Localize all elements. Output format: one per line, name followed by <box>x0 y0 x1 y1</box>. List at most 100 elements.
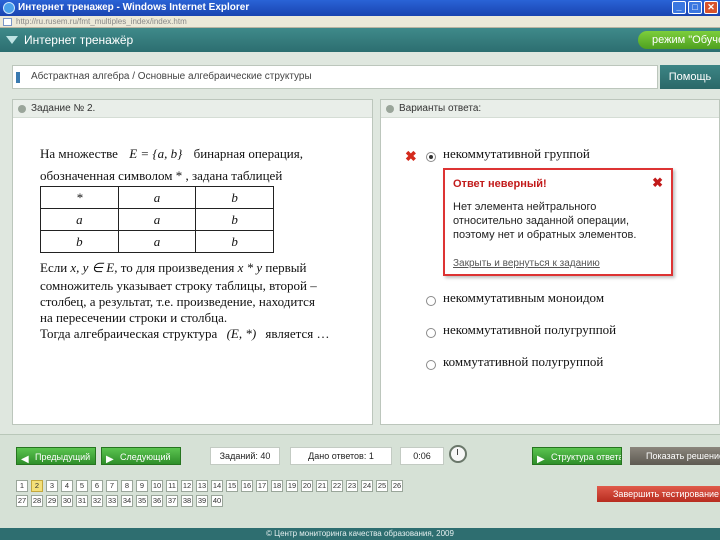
question-number-button[interactable]: 7 <box>106 480 118 492</box>
finish-test-button[interactable]: Завершить тестирование <box>597 486 720 502</box>
arrow-left-icon: ◀ <box>21 454 29 465</box>
table-cell: a <box>117 208 197 231</box>
show-solution-button[interactable]: Показать решение <box>630 447 720 465</box>
window-controls: _ □ ✕ <box>672 1 718 14</box>
question-number-button[interactable]: 26 <box>391 480 403 492</box>
question-number-button[interactable]: 13 <box>196 480 208 492</box>
table-cell: b <box>195 186 274 209</box>
question-number-button[interactable]: 14 <box>211 480 223 492</box>
bullet-icon <box>386 105 394 113</box>
chevron-down-icon <box>6 36 18 44</box>
question-number-button[interactable]: 16 <box>241 480 253 492</box>
question-line-2: обозначенная символом * , задана таблице… <box>40 168 283 183</box>
question-line-4: сомножитель указывает строку таблицы, вт… <box>40 278 317 293</box>
address-text: http://ru.rusem.ru/fmt_multiples_index/i… <box>16 17 187 26</box>
question-number-button[interactable]: 24 <box>361 480 373 492</box>
answer-radio-1[interactable] <box>426 152 436 162</box>
question-text: На множестве <box>40 146 118 161</box>
question-panel: Задание № 2. На множестве E = {a, b} бин… <box>12 99 373 425</box>
question-number-button[interactable]: 21 <box>316 480 328 492</box>
next-button[interactable]: ▶ Следующий <box>101 447 181 465</box>
close-window-button[interactable]: ✕ <box>704 1 718 14</box>
question-number-button[interactable]: 38 <box>181 495 193 507</box>
topic-marker-icon <box>16 72 20 83</box>
help-button[interactable]: Помощь <box>660 65 720 89</box>
address-bar[interactable]: http://ru.rusem.ru/fmt_multiples_index/i… <box>0 16 720 28</box>
table-cell: a <box>40 208 119 231</box>
maximize-button[interactable]: □ <box>688 1 702 14</box>
question-number-button[interactable]: 40 <box>211 495 223 507</box>
feedback-text: Нет элемента нейтрального относительно з… <box>453 201 637 241</box>
footer-copyright: © Центр мониторинга качества образования… <box>0 528 720 540</box>
answer-structure-label: Структура ответа <box>551 452 622 462</box>
answer-radio-2[interactable] <box>426 296 436 306</box>
answers-header: Варианты ответа: <box>381 100 719 118</box>
question-number-button[interactable]: 23 <box>346 480 358 492</box>
ie-icon <box>3 2 15 14</box>
answer-radio-3[interactable] <box>426 328 436 338</box>
question-number-button[interactable]: 4 <box>61 480 73 492</box>
question-text: Тогда алгебраическая структура <box>40 326 218 341</box>
question-number-button[interactable]: 12 <box>181 480 193 492</box>
question-number-button[interactable]: 1 <box>16 480 28 492</box>
question-line-5: столбец, а результат, т.е. произведение,… <box>40 294 315 309</box>
question-number-button[interactable]: 2 <box>31 480 43 492</box>
question-number-button[interactable]: 6 <box>91 480 103 492</box>
answers-title: Варианты ответа: <box>399 103 482 114</box>
close-icon[interactable]: ✖ <box>652 175 663 191</box>
answer-option-3[interactable]: некоммутативной полугруппой <box>443 322 616 338</box>
question-number-button[interactable]: 35 <box>136 495 148 507</box>
answer-structure-button[interactable]: ▶ Структура ответа <box>532 447 622 465</box>
previous-button[interactable]: ◀ Предыдущий <box>16 447 96 465</box>
topic-bar: Абстрактная алгебра / Основные алгебраич… <box>12 65 658 89</box>
question-number-button[interactable]: 22 <box>331 480 343 492</box>
minimize-button[interactable]: _ <box>672 1 686 14</box>
question-number-button[interactable]: 3 <box>46 480 58 492</box>
question-number-button[interactable]: 11 <box>166 480 178 492</box>
question-line-7: Тогда алгебраическая структура (E, *) яв… <box>40 326 329 342</box>
question-number-button[interactable]: 18 <box>271 480 283 492</box>
question-number-button[interactable]: 34 <box>121 495 133 507</box>
question-number-button[interactable]: 31 <box>76 495 88 507</box>
timer-display: 0:06 <box>400 447 444 465</box>
question-number-button[interactable]: 9 <box>136 480 148 492</box>
question-number-button[interactable]: 32 <box>91 495 103 507</box>
next-label: Следующий <box>120 452 171 462</box>
question-number-button[interactable]: 25 <box>376 480 388 492</box>
question-line-6: на пересечении строки и столбца. <box>40 310 228 325</box>
mode-button[interactable]: режим "Обучение" <box>638 31 720 49</box>
question-number-button[interactable]: 20 <box>301 480 313 492</box>
question-number-button[interactable]: 30 <box>61 495 73 507</box>
question-number-button[interactable]: 19 <box>286 480 298 492</box>
question-number-button[interactable]: 33 <box>106 495 118 507</box>
close-feedback-link[interactable]: Закрыть и вернуться к заданию <box>453 258 600 269</box>
question-number-button[interactable]: 5 <box>76 480 88 492</box>
window-titlebar: Интернет тренажер - Windows Internet Exp… <box>0 0 720 16</box>
clock-icon <box>449 445 467 463</box>
answered-count: Дано ответов: 1 <box>290 447 392 465</box>
question-number-button[interactable]: 8 <box>121 480 133 492</box>
table-row: a a b <box>40 208 274 231</box>
arrow-right-icon: ▶ <box>106 454 114 465</box>
table-row: * a b <box>40 186 274 209</box>
product-expression: x * y <box>237 260 263 275</box>
question-number-button[interactable]: 37 <box>166 495 178 507</box>
question-number-button[interactable]: 27 <box>16 495 28 507</box>
answer-option-4[interactable]: коммутативной полугруппой <box>443 354 603 370</box>
table-cell: b <box>40 230 119 253</box>
question-number-button[interactable]: 10 <box>151 480 163 492</box>
answer-option-2[interactable]: некоммутативным моноидом <box>443 290 604 306</box>
page-icon <box>3 18 12 26</box>
question-number-button[interactable]: 17 <box>256 480 268 492</box>
question-number-button[interactable]: 36 <box>151 495 163 507</box>
question-number-button[interactable]: 28 <box>31 495 43 507</box>
previous-label: Предыдущий <box>35 452 91 462</box>
structure-expression: (E, *) <box>226 326 257 341</box>
question-number-button[interactable]: 15 <box>226 480 238 492</box>
question-number-button[interactable]: 39 <box>196 495 208 507</box>
question-line-1: На множестве E = {a, b} бинарная операци… <box>40 146 303 162</box>
question-number-button[interactable]: 29 <box>46 495 58 507</box>
answer-radio-4[interactable] <box>426 360 436 370</box>
answer-option-1[interactable]: некоммутативной группой <box>443 146 590 162</box>
question-text: бинарная операция, <box>193 146 303 161</box>
